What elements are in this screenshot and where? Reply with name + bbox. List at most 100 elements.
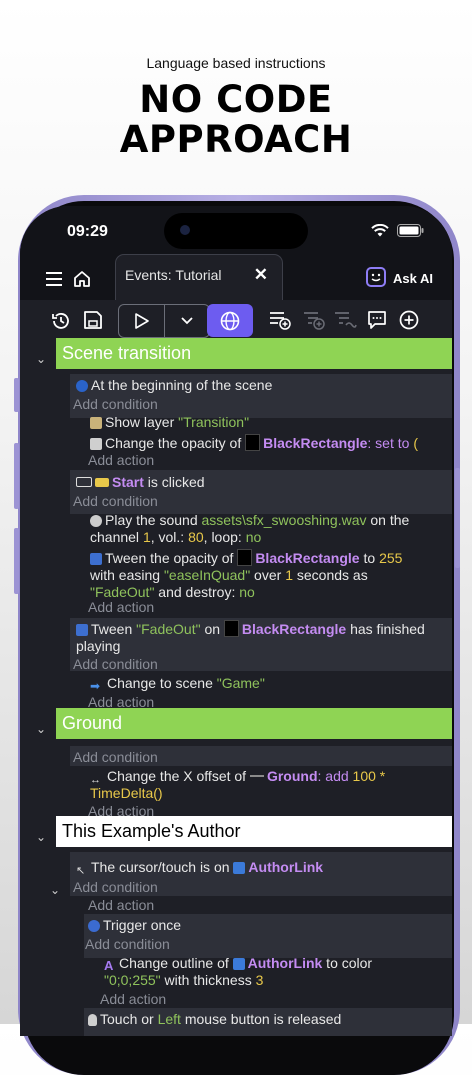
phone-volume-down [14, 528, 19, 594]
value-truncated: ( [413, 435, 418, 451]
action-text: : set to [367, 435, 414, 451]
sound-icon [90, 515, 102, 527]
promo-tagline: Language based instructions [146, 55, 326, 71]
tab-events-tutorial[interactable]: Events: Tutorial ✕ [115, 254, 283, 300]
add-icon[interactable] [399, 310, 419, 330]
effect-icon: A [104, 958, 114, 973]
collapse-icon[interactable]: ⌄ [36, 352, 46, 366]
close-tab-icon[interactable]: ✕ [254, 265, 268, 285]
add-action-link[interactable]: Add action [88, 452, 154, 468]
string-value: "FadeOut" [136, 621, 201, 637]
object-thumbnail [223, 620, 239, 637]
layer-icon [90, 417, 102, 429]
play-button[interactable] [119, 305, 164, 337]
condition-scene-start[interactable]: At the beginning of the scene [76, 377, 272, 394]
home-icon[interactable] [73, 270, 91, 288]
add-action-link[interactable]: Add action [88, 599, 154, 615]
ground-thumbnail [249, 775, 264, 777]
network-preview-button[interactable] [207, 304, 253, 337]
condition-text: mouse button is released [180, 1011, 342, 1027]
group-scene-transition[interactable]: Scene transition [56, 338, 452, 369]
status-time: 09:29 [67, 223, 108, 240]
phone-power-button [455, 468, 460, 568]
add-condition-link[interactable]: Add condition [73, 879, 158, 895]
add-action-link[interactable]: Add action [88, 897, 154, 913]
condition-text: The cursor/touch is on [91, 859, 234, 875]
add-condition-link[interactable]: Add condition [73, 656, 158, 672]
collapse-icon[interactable]: ⌄ [36, 722, 46, 736]
condition-start-clicked[interactable]: Start is clicked [76, 474, 205, 491]
add-condition-link[interactable]: Add condition [73, 396, 158, 412]
add-subevent-icon[interactable] [302, 309, 326, 331]
add-condition-link[interactable]: Add condition [73, 749, 158, 765]
action-show-layer[interactable]: Show layer "Transition" [90, 414, 249, 431]
phone-screen: 09:29 Ask AI Events: Tutorial ✕ ⌄ Scene … [20, 206, 452, 1036]
action-text: Show layer [105, 414, 179, 430]
action-text: Change the X offset of [107, 768, 250, 784]
cursor-icon [76, 477, 92, 487]
text-object-icon [232, 958, 245, 970]
action-text: and destroy: [154, 584, 240, 600]
add-condition-link[interactable]: Add condition [85, 936, 170, 952]
action-text: Change outline of [119, 955, 233, 971]
phone-volume-up [14, 443, 19, 509]
group-ground[interactable]: Ground [56, 708, 452, 739]
action-change-x-offset[interactable]: ↔ Change the X offset of Ground: add 100 … [90, 768, 450, 802]
group-author[interactable]: This Example's Author [56, 816, 452, 847]
status-icons [371, 224, 424, 237]
condition-tween-finished[interactable]: Tween "FadeOut" on BlackRectangle has fi… [76, 620, 446, 655]
number-value: 80 [188, 529, 204, 545]
condition-text: Trigger once [103, 917, 182, 933]
add-event-icon[interactable] [268, 309, 292, 331]
hamburger-menu-icon[interactable] [46, 272, 62, 286]
events-sheet: ⌄ Scene transition At the beginning of t… [20, 338, 452, 1036]
add-other-icon[interactable] [333, 309, 357, 331]
offset-icon: ↔ [90, 774, 101, 786]
history-icon[interactable] [50, 310, 72, 332]
collapse-icon[interactable]: ⌄ [50, 883, 60, 897]
action-change-opacity[interactable]: Change the opacity of BlackRectangle: se… [90, 434, 418, 452]
action-change-scene[interactable]: ➡ Change to scene "Game" [90, 675, 265, 693]
condition-text: has finished [346, 621, 425, 637]
action-tween-opacity[interactable]: Tween the opacity of BlackRectangle to 2… [90, 549, 450, 601]
string-value: "Game" [216, 675, 265, 691]
string-value: no [245, 529, 262, 545]
condition-cursor-on-link[interactable]: ↖ The cursor/touch is on AuthorLink [76, 859, 324, 877]
object-name: BlackRectangle [241, 621, 347, 637]
battery-icon [397, 224, 424, 237]
globe-icon [220, 311, 240, 330]
save-icon[interactable] [83, 310, 103, 330]
object-thumbnail [245, 434, 261, 451]
phone-mute-switch [14, 378, 19, 412]
ask-ai-button[interactable]: Ask AI [393, 271, 433, 286]
string-value: "easeInQuad" [163, 567, 251, 583]
headline-line-2: APPROACH [119, 118, 353, 161]
collapse-icon[interactable]: ⌄ [36, 830, 46, 844]
action-change-outline[interactable]: A Change outline of AuthorLink to color "0… [104, 955, 444, 989]
condition-mouse-released[interactable]: Touch or Left mouse button is released [88, 1011, 341, 1028]
tween-icon [76, 624, 88, 636]
action-text: on the [366, 512, 410, 528]
ask-ai-icon[interactable] [366, 267, 386, 287]
number-value: 1 [285, 567, 293, 583]
object-name: AuthorLink [247, 955, 323, 971]
action-play-sound[interactable]: Play the sound assets\sfx_swooshing.wav … [90, 512, 450, 546]
object-name: AuthorLink [248, 859, 324, 875]
number-value: 255 [379, 550, 403, 566]
trigger-icon [88, 920, 100, 932]
operator: * [375, 768, 386, 784]
add-action-link[interactable]: Add action [100, 991, 166, 1007]
string-value: no [239, 584, 255, 600]
preview-options-button[interactable] [165, 305, 209, 337]
action-text: to color [322, 955, 373, 971]
condition-trigger-once[interactable]: Trigger once [88, 917, 181, 934]
promo-headline: NO CODE APPROACH [0, 80, 472, 160]
action-text: Change to scene [107, 675, 217, 691]
chevron-down-icon [181, 317, 193, 325]
add-comment-icon[interactable] [367, 310, 387, 330]
number-value: 1 [142, 529, 151, 545]
add-condition-link[interactable]: Add condition [73, 493, 158, 509]
object-name: Ground [266, 768, 318, 784]
tween-icon [90, 553, 102, 565]
action-text: with easing [90, 567, 164, 583]
